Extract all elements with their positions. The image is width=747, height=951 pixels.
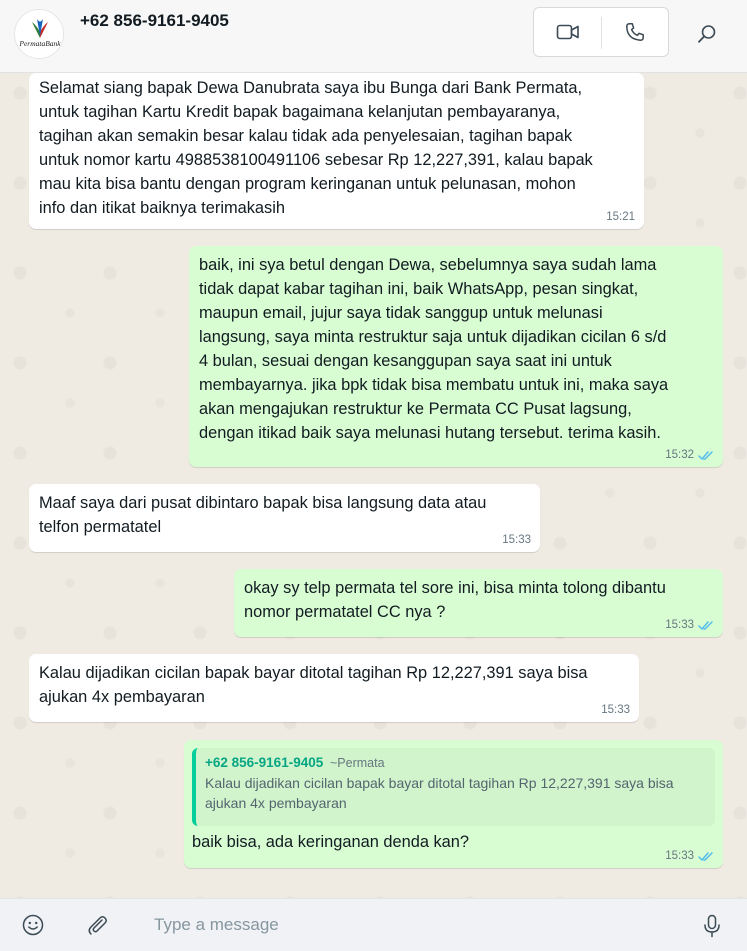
message-time: 15:33 [665, 619, 694, 631]
message-bubble-outgoing[interactable]: okay sy telp permata tel sore ini, bisa … [234, 569, 723, 637]
attach-button[interactable] [84, 912, 110, 938]
message-meta: 15:33 [665, 850, 714, 862]
video-camera-icon [556, 24, 579, 40]
voice-message-button[interactable] [699, 912, 725, 940]
message-bubble-incoming[interactable]: Selamat siang bapak Dewa Danubrata saya … [29, 73, 644, 229]
chat-header: PermataBank +62 856-9161-9405 [0, 0, 747, 73]
double-check-read-icon [698, 450, 713, 460]
message-text: Selamat siang bapak Dewa Danubrata saya … [39, 79, 593, 217]
search-button[interactable] [690, 17, 724, 51]
message-time: 15:33 [601, 704, 630, 716]
emoji-icon [22, 914, 44, 936]
avatar-logo-text: PermataBank [19, 39, 61, 48]
quoted-pushname: ~Permata [330, 756, 385, 770]
voice-call-button[interactable] [602, 8, 668, 56]
message-meta: 15:33 [665, 619, 714, 631]
double-check-read-icon [698, 620, 713, 630]
message-input[interactable] [140, 907, 698, 943]
call-buttons-group [533, 7, 669, 57]
message-time: 15:33 [665, 850, 694, 862]
message-time: 15:32 [665, 449, 694, 461]
message-bubble-incoming[interactable]: Kalau dijadikan cicilan bapak bayar dito… [29, 654, 639, 722]
message-text: Kalau dijadikan cicilan bapak bayar dito… [39, 664, 588, 706]
message-text: okay sy telp permata tel sore ini, bisa … [244, 579, 666, 621]
message-bubble-outgoing[interactable]: baik, ini sya betul dengan Dewa, sebelum… [189, 246, 723, 467]
quoted-author: +62 856-9161-9405 [205, 755, 324, 770]
permata-logo-icon [32, 19, 48, 38]
quoted-text: Kalau dijadikan cicilan bapak bayar dito… [205, 775, 674, 811]
message-meta: 15:32 [665, 449, 714, 461]
message-text: baik bisa, ada keringanan denda kan? [192, 833, 470, 851]
message-bubble-incoming[interactable]: Maaf saya dari pusat dibintaro bapak bis… [29, 484, 540, 552]
message-meta: 15:33 [601, 704, 630, 716]
paperclip-icon [88, 916, 107, 935]
microphone-icon [704, 914, 720, 938]
emoji-button[interactable] [20, 912, 46, 938]
quoted-message[interactable]: +62 856-9161-9405 ~Permata Kalau dijadik… [192, 748, 715, 826]
message-time: 15:21 [606, 211, 635, 223]
message-time: 15:33 [502, 534, 531, 546]
contact-name[interactable]: +62 856-9161-9405 [80, 11, 229, 31]
message-composer [0, 898, 747, 951]
phone-icon [626, 23, 644, 41]
double-check-read-icon [698, 851, 713, 861]
search-icon [698, 25, 716, 43]
message-text: Maaf saya dari pusat dibintaro bapak bis… [39, 494, 487, 536]
message-text: baik, ini sya betul dengan Dewa, sebelum… [199, 256, 669, 442]
avatar[interactable]: PermataBank [14, 9, 64, 59]
video-call-button[interactable] [534, 8, 601, 56]
message-meta: 15:21 [606, 211, 635, 223]
message-meta: 15:33 [502, 534, 531, 546]
message-bubble-outgoing[interactable]: +62 856-9161-9405 ~Permata Kalau dijadik… [184, 740, 723, 868]
